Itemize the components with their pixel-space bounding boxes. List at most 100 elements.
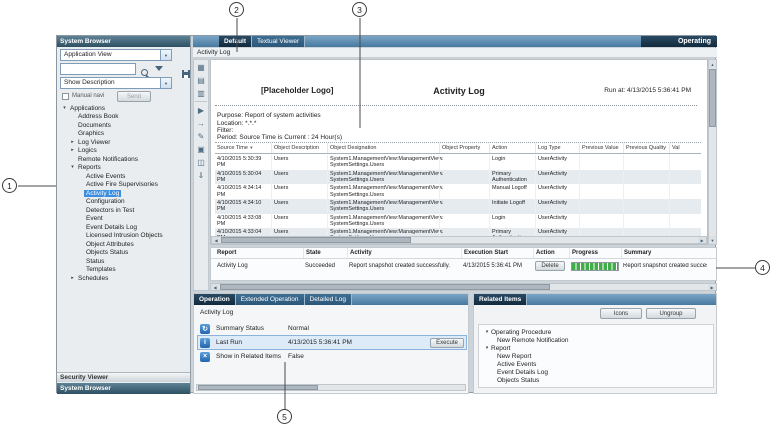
column-header-object-designation[interactable]: Object Designation <box>327 143 439 153</box>
tree-item-licensed-intrusion-objects[interactable]: Licensed Intrusion Objects <box>57 232 190 241</box>
tab-extended-operation[interactable]: Extended Operation <box>236 294 305 305</box>
report-vscrollbar[interactable]: ▲ ▼ <box>708 59 717 245</box>
report-hscrollbar[interactable]: ◀ ▶ <box>211 236 707 244</box>
related-item-active-events[interactable]: Active Events <box>479 360 713 368</box>
hscroll-thumb[interactable] <box>221 237 411 243</box>
scroll-up-icon[interactable]: ▲ <box>709 60 716 68</box>
vscroll-thumb[interactable] <box>709 69 716 127</box>
operation-hscrollbar[interactable] <box>196 384 466 391</box>
tab-detailed-log[interactable]: Detailed Log <box>305 294 353 305</box>
collapsed-arrow-icon[interactable]: ▸ <box>69 140 76 145</box>
scroll-left-icon[interactable]: ◀ <box>211 284 219 290</box>
hscroll-thumb[interactable] <box>220 284 550 290</box>
property-row-show-in-related[interactable]: × Show in Related Items False <box>198 350 466 363</box>
page-layout-icon[interactable]: ▤ <box>194 74 208 86</box>
scroll-down-icon[interactable]: ▼ <box>709 236 716 244</box>
export-icon[interactable]: ⇓ <box>194 169 208 181</box>
send-button[interactable]: Send <box>117 91 151 102</box>
tree-item-status[interactable]: Status <box>57 257 190 266</box>
column-header-action[interactable]: Action <box>489 143 535 153</box>
execute-button[interactable]: Execute <box>430 338 464 348</box>
related-item-new-remote-notification[interactable]: New Remote Notification <box>479 336 713 344</box>
tree-item-active-fire-supervisories[interactable]: Active Fire Supervisories <box>57 181 190 190</box>
main-hscrollbar[interactable]: ◀ ▶ <box>210 283 717 291</box>
tree-item-remote-notifications[interactable]: Remote Notifications <box>57 155 190 164</box>
report-table-row[interactable]: 4/10/2015 4:33:08 PM Users System1.Manag… <box>215 214 701 229</box>
tree-item-address-book[interactable]: Address Book <box>57 113 190 122</box>
related-item-event-details-log[interactable]: Event Details Log <box>479 368 713 376</box>
column-header-value[interactable]: Val <box>669 143 701 153</box>
related-group-report[interactable]: ▾Report <box>479 344 713 352</box>
column-header-execution-start[interactable]: Execution Start <box>461 248 533 258</box>
expanded-arrow-icon[interactable]: ▾ <box>483 329 491 335</box>
column-header-previous-value[interactable]: Previous Value <box>579 143 623 153</box>
tab-default[interactable]: Default <box>219 36 252 47</box>
related-item-objects-status[interactable]: Objects Status <box>479 376 713 384</box>
system-browser-header[interactable]: System Browser <box>57 36 190 47</box>
tab-operation[interactable]: Operation <box>194 294 236 305</box>
tree-item-detectors-in-test[interactable]: Detectors in Test <box>57 206 190 215</box>
scroll-right-icon[interactable]: ▶ <box>698 237 706 243</box>
collapsed-arrow-icon[interactable]: ▸ <box>69 276 76 281</box>
related-group-operating-procedure[interactable]: ▾Operating Procedure <box>479 328 713 336</box>
image-icon[interactable]: ▣ <box>194 143 208 155</box>
hscroll-thumb[interactable] <box>198 385 318 390</box>
report-view-icon[interactable]: ▦ <box>194 61 208 73</box>
tree-item-templates[interactable]: Templates <box>57 266 190 275</box>
tree-item-configuration[interactable]: Configuration <box>57 198 190 207</box>
tree-item-logics[interactable]: ▸Logics <box>57 147 190 156</box>
column-header-object-property[interactable]: Object Property <box>439 143 489 153</box>
related-item-new-report[interactable]: New Report <box>479 352 713 360</box>
manual-nav-checkbox[interactable] <box>62 93 69 100</box>
navigate-icon[interactable]: → <box>194 117 208 129</box>
property-row-last-run[interactable]: i Last Run 4/13/2015 5:36:41 PM Execute <box>198 336 466 349</box>
column-header-source-time[interactable]: Source Time ▼ <box>215 143 271 153</box>
column-header-activity[interactable]: Activity <box>347 248 461 258</box>
split-view-icon[interactable]: ▥ <box>194 87 208 99</box>
description-selector-dropdown[interactable]: Show Description ▼ <box>60 77 172 89</box>
ungroup-button[interactable]: Ungroup <box>646 308 696 319</box>
expanded-arrow-icon[interactable]: ▾ <box>69 165 76 170</box>
tree-item-activity-log[interactable]: Activity Log <box>57 189 190 198</box>
delete-button[interactable]: Delete <box>535 261 565 271</box>
report-table-row[interactable]: 4/10/2015 5:30:39 PM Users System1.Manag… <box>215 155 701 170</box>
tab-textual-viewer[interactable]: Textual Viewer <box>252 36 305 47</box>
search-input[interactable] <box>60 63 136 75</box>
system-browser-bar[interactable]: System Browser <box>57 383 190 394</box>
column-header-previous-quality[interactable]: Previous Quality <box>623 143 669 153</box>
view-selector-dropdown[interactable]: Application View ▼ <box>60 49 172 61</box>
tree-item-graphics[interactable]: Graphics <box>57 130 190 139</box>
save-filter-icon[interactable] <box>182 70 190 78</box>
report-preview[interactable]: [Placeholder Logo] Activity Log Run at: … <box>210 59 708 245</box>
columns-icon[interactable]: ◫ <box>194 156 208 168</box>
expanded-arrow-icon[interactable]: ▾ <box>483 345 491 351</box>
tree-item-log-viewer[interactable]: ▸Log Viewer <box>57 138 190 147</box>
tab-related-items[interactable]: Related Items <box>474 294 527 305</box>
property-row-summary-status[interactable]: ↻ Summary Status Normal <box>198 322 466 335</box>
icons-button[interactable]: Icons <box>600 308 642 319</box>
chevron-down-icon[interactable]: ▼ <box>160 78 171 88</box>
sort-descending-icon[interactable]: ▼ <box>249 145 253 150</box>
column-header-action[interactable]: Action <box>533 248 569 258</box>
column-header-log-type[interactable]: Log Type <box>535 143 579 153</box>
report-table-row[interactable]: 4/10/2015 5:30:04 PM Users System1.Manag… <box>215 170 701 185</box>
tree-item-event-details-log[interactable]: Event Details Log <box>57 223 190 232</box>
edit-report-icon[interactable]: ✎ <box>194 130 208 142</box>
column-header-summary[interactable]: Summary <box>621 248 716 258</box>
operating-mode-segment[interactable]: Operating <box>641 36 717 47</box>
security-viewer-bar[interactable]: Security Viewer <box>57 372 190 382</box>
tree-item-reports[interactable]: ▾Reports <box>57 164 190 173</box>
tree-item-schedules[interactable]: ▸Schedules <box>57 274 190 283</box>
tree-item-active-events[interactable]: Active Events <box>57 172 190 181</box>
scroll-right-icon[interactable]: ▶ <box>708 284 716 290</box>
tree-item-applications[interactable]: ▾Applications <box>57 104 190 113</box>
column-header-report[interactable]: Report <box>215 248 303 258</box>
column-header-progress[interactable]: Progress <box>569 248 621 258</box>
report-table-row[interactable]: 4/10/2015 4:34:10 PM Users System1.Manag… <box>215 199 701 214</box>
scroll-left-icon[interactable]: ◀ <box>212 237 220 243</box>
column-header-state[interactable]: State <box>303 248 347 258</box>
tree-item-documents[interactable]: Documents <box>57 121 190 130</box>
filter-icon[interactable] <box>155 66 163 71</box>
tree-item-event[interactable]: Event <box>57 215 190 224</box>
report-table-row[interactable]: 4/10/2015 4:34:14 PM Users System1.Manag… <box>215 184 701 199</box>
